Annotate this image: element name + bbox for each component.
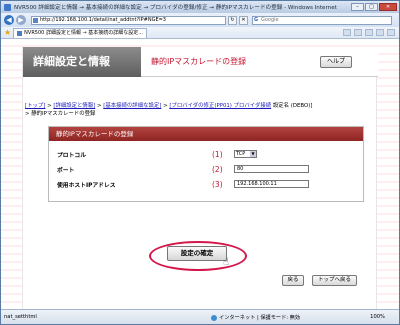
browser-tab[interactable]: NVR500 詳細設定と情報 → 基本接続の詳細な設定... [13,27,148,38]
print-icon[interactable] [365,29,373,36]
port-num: (2) [212,164,223,174]
breadcrumb-basic-connection[interactable]: [基本接続の詳細な設定] [103,103,161,109]
navigation-bar: ◀ ▶ http://192.168.100.1/detail/nat_addt… [1,13,399,27]
feeds-icon[interactable] [354,29,362,36]
back-button[interactable]: 戻る [282,275,304,286]
page-title-area: 静的IPマスカレードの登録 ヘルプ [141,47,378,77]
tab-bar: ★ NVR500 詳細設定と情報 → 基本接続の詳細な設定... [1,27,399,39]
hand-cursor-icon: ☝ [223,257,230,268]
breadcrumb-tail: 設定名 (DEBO)] [272,103,313,109]
globe-icon [211,314,217,321]
form-row-protocol: プロトコル (1) TCP ▼ [49,147,365,161]
browser-window: NVR500 詳細設定と情報 → 基本接続の詳細な設定 → プロバイダの登録/修… [0,0,400,325]
address-text: http://192.168.100.1/detail/nat_addtnt?I… [40,16,166,23]
protocol-value: TCP [236,151,246,157]
google-icon: G [254,16,259,23]
favorites-star-icon[interactable]: ★ [4,28,11,37]
breadcrumb: [トップ] > [詳細設定と情報] > [基本接続の詳細な設定] > [プロバイ… [25,103,313,117]
minimize-button[interactable]: – [351,3,364,11]
protocol-select[interactable]: TCP ▼ [234,150,257,158]
help-button[interactable]: ヘルプ [320,56,352,68]
search-input[interactable]: G Google [252,15,392,25]
security-zone: インターネット | 保護モード: 無効 [211,314,300,321]
tab-label: NVR500 詳細設定と情報 → 基本接続の詳細な設定... [24,29,144,36]
host-ip-input[interactable] [234,180,309,188]
toolbar-tools [343,29,395,36]
back-to-top-button[interactable]: トップへ戻る [312,275,357,286]
close-button[interactable]: ✕ [379,3,397,11]
title-bar: NVR500 詳細設定と情報 → 基本接続の詳細な設定 → プロバイダの登録/修… [1,1,399,13]
home-icon[interactable] [343,29,351,36]
breadcrumb-current: 静的IPマスカレードの登録 [31,111,96,117]
breadcrumb-provider[interactable]: [プロバイダの修正(PP01) プロバイダ接続 [169,103,271,109]
breadcrumb-top[interactable]: [トップ] [25,103,45,109]
host-ip-num: (3) [212,179,223,189]
refresh-icon[interactable]: ↻ [228,15,237,25]
tools-menu-icon[interactable] [387,29,395,36]
ie-icon [4,3,11,11]
status-text: nat_setthtml [4,314,37,320]
page-content: 詳細設定と情報 静的IPマスカレードの登録 ヘルプ [トップ] > [詳細設定と… [1,39,399,309]
page-header: 詳細設定と情報 静的IPマスカレードの登録 ヘルプ [23,47,378,77]
page-title: 静的IPマスカレードの登録 [151,57,247,66]
address-bar[interactable]: http://192.168.100.1/detail/nat_addtnt?I… [31,15,226,25]
port-input[interactable] [234,165,309,173]
zoom-level[interactable]: 100% [370,314,385,320]
zone-text: インターネット | 保護モード: 無効 [219,315,301,321]
protocol-num: (1) [212,149,223,159]
window-controls: – □ ✕ [351,3,397,11]
stop-icon[interactable]: ✕ [239,15,248,25]
search-placeholder: Google [261,16,279,23]
tab-page-icon [17,30,23,36]
chevron-down-icon: ▼ [250,151,256,157]
page-icon [33,17,38,23]
window-title: NVR500 詳細設定と情報 → 基本接続の詳細な設定 → プロバイダの登録/修… [14,5,337,11]
back-arrow-icon[interactable]: ◀ [4,15,14,25]
protocol-label: プロトコル [57,152,86,159]
section-title: 詳細設定と情報 [23,47,141,77]
masquerade-form: 静的IPマスカレードの登録 プロトコル (1) TCP ▼ ポート (2) 使用… [48,126,364,202]
form-row-host-ip: 使用ホストIPアドレス (3) [49,177,365,191]
port-label: ポート [57,167,75,174]
status-bar: nat_setthtml インターネット | 保護モード: 無効 100% [1,309,399,324]
breadcrumb-details[interactable]: [詳細設定と情報] [53,103,95,109]
page-menu-icon[interactable] [376,29,384,36]
form-heading: 静的IPマスカレードの登録 [49,127,363,141]
forward-arrow-icon[interactable]: ▶ [16,15,26,25]
host-ip-label: 使用ホストIPアドレス [57,182,116,189]
confirm-button[interactable]: 設定の確定 [167,246,227,261]
form-row-port: ポート (2) [49,162,365,176]
maximize-button[interactable]: □ [365,3,378,11]
